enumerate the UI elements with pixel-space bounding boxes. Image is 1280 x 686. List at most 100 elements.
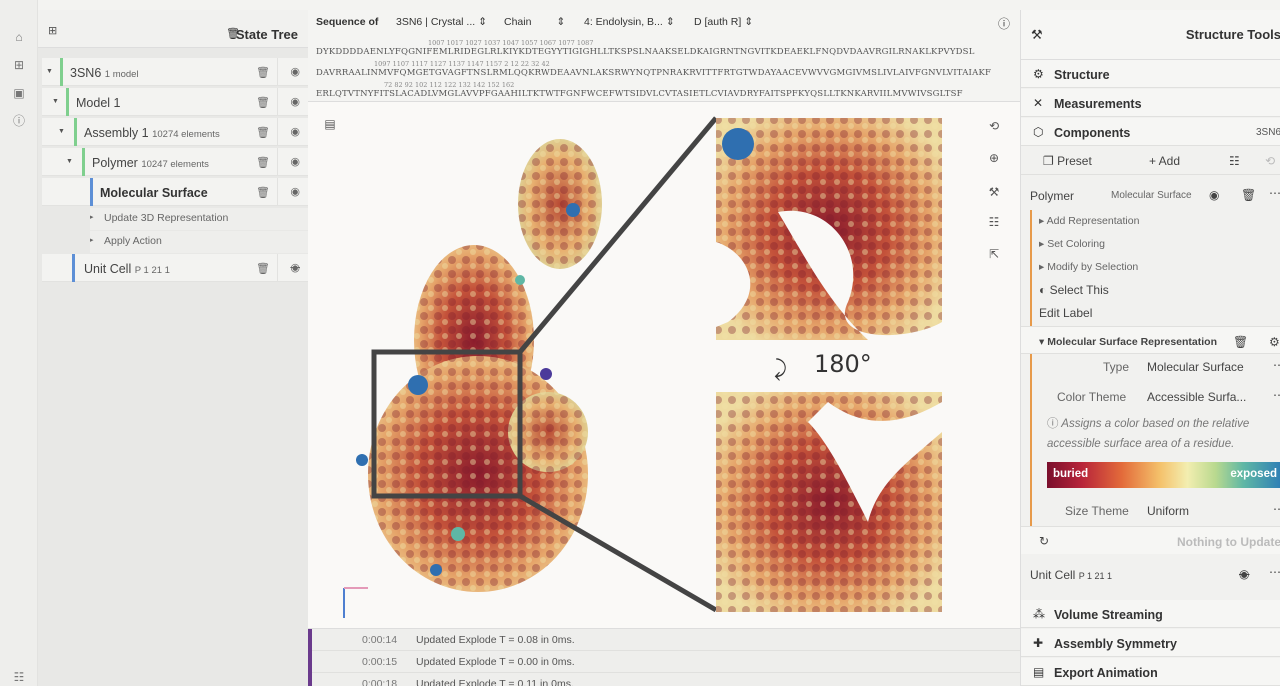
help-icon[interactable]: ⓘ <box>10 112 28 130</box>
eye-icon[interactable]: ◉ <box>290 95 300 108</box>
size-theme-label: Size Theme <box>1065 504 1129 518</box>
tree-icon[interactable]: ⊞ <box>10 56 28 74</box>
help-icon[interactable]: ⓘ <box>998 15 1010 37</box>
sequence-line[interactable]: DYKDDDDAENLYFQGNIFEMLRIDEGLRLKIYKDTEGYYT… <box>316 47 975 57</box>
preset-button[interactable]: ❐ Preset <box>1043 154 1092 168</box>
tree-node-molecular-surface[interactable]: Molecular Surface 🗑 ◉ <box>42 178 308 206</box>
section-measurements[interactable]: ✕ Measurements <box>1021 89 1280 117</box>
select-value: 4: Endolysin, B... <box>584 16 663 28</box>
trash-icon[interactable]: 🗑 <box>256 262 270 275</box>
tree-node-3sn6[interactable]: ▼ 3SN6 1 model 🗑 ◉ <box>42 58 308 86</box>
3d-viewport[interactable]: ▤ ⟲ ⊕ ⚒ ☷ ⇱ ⤸ 180° <box>308 102 1020 628</box>
trash-icon[interactable]: 🗑 <box>256 66 270 79</box>
entity-select[interactable]: 4: Endolysin, B... ⇕ <box>584 16 675 38</box>
color-theme-select[interactable]: Accessible Surfa... <box>1147 390 1246 404</box>
polymer-component-row[interactable]: Polymer Molecular Surface ◉ 🗑 ⋯ <box>1021 181 1280 209</box>
trash-icon[interactable]: 🗑 <box>1241 188 1256 202</box>
section-export-animation[interactable]: ▤ Export Animation <box>1021 658 1280 686</box>
type-label: Type <box>1103 360 1130 374</box>
eye-icon[interactable]: ◉ <box>290 65 300 78</box>
tree-node-assembly[interactable]: ▼ Assembly 1 10274 elements 🗑 ◉ <box>42 118 308 146</box>
log-time: 0:00:15 <box>362 656 398 668</box>
home-icon[interactable]: ⌂ <box>10 28 28 46</box>
component-name: Polymer <box>1030 189 1075 203</box>
mode-select[interactable]: Chain ⇕ <box>504 16 565 38</box>
log-entry: 0:00:18 Updated Explode T = 0.11 in 0ms. <box>308 673 1020 686</box>
tree-node-model[interactable]: ▼ Model 1 🗑 ◉ <box>42 88 308 116</box>
representation-header[interactable]: ▾ Molecular Surface Representation 🗑 ⚙ <box>1021 326 1280 354</box>
options-icon[interactable]: ☷ <box>1229 154 1240 168</box>
save-icon[interactable]: ▣ <box>10 84 28 102</box>
undo-icon[interactable]: ⟲ <box>1265 154 1275 168</box>
eye-icon[interactable]: ◉ <box>290 125 300 138</box>
trash-icon[interactable]: 🗑 <box>256 156 270 169</box>
node-bar <box>60 58 63 86</box>
action-label: Add Representation <box>1046 215 1140 227</box>
eye-icon[interactable]: ◉ <box>290 155 300 168</box>
more-icon[interactable]: ⋯ <box>1269 186 1280 200</box>
section-label: Components <box>1054 126 1131 140</box>
update-representation-action[interactable]: ▸ Update 3D Representation <box>90 208 308 230</box>
add-representation-action[interactable]: ▸ Add Representation <box>1039 215 1139 227</box>
more-icon[interactable]: ⋯ <box>1273 388 1280 402</box>
eye-hidden-icon[interactable]: ◉ <box>1239 567 1249 581</box>
set-coloring-action[interactable]: ▸ Set Coloring <box>1039 238 1105 250</box>
eye-icon[interactable]: ◉ <box>290 185 300 198</box>
node-bar <box>72 254 75 282</box>
node-label: Molecular Surface <box>100 186 208 200</box>
ruler-icon: ✕ <box>1033 96 1044 110</box>
trash-icon[interactable]: 🗑 <box>1233 335 1248 349</box>
action-label: Set Coloring <box>1047 238 1105 250</box>
caret-down-icon[interactable]: ▼ <box>66 158 73 165</box>
log-panel: 0:00:14 Updated Explode T = 0.08 in 0ms.… <box>308 628 1020 686</box>
rotation-label: 180° <box>814 350 872 378</box>
sequence-line[interactable]: ERLQTVTNYFITSLACADLVMGLAVVPFGAAHILTKTWTF… <box>316 89 963 99</box>
sequence-panel: Sequence of 3SN6 | Crystal ... ⇕ Chain ⇕… <box>308 10 1020 102</box>
more-icon[interactable]: ⋯ <box>1269 565 1280 579</box>
trash-icon[interactable]: 🗑 <box>256 126 270 139</box>
wrench-icon: ⚒ <box>1031 27 1043 42</box>
more-icon[interactable]: ⋯ <box>1273 502 1280 516</box>
node-label: Assembly 1 <box>84 126 149 140</box>
state-tree-panel: ⊞ 🗑 State Tree ▼ 3SN6 1 model 🗑 ◉ ▼ Mode… <box>38 10 308 686</box>
trash-icon[interactable]: 🗑 <box>256 186 270 199</box>
section-label: Export Animation <box>1054 666 1158 680</box>
size-theme-select[interactable]: Uniform <box>1147 504 1189 518</box>
more-icon[interactable]: ⋯ <box>1273 358 1280 372</box>
tree-node-unit-cell[interactable]: Unit Cell P 1 21 1 🗑 ◉ <box>42 254 308 282</box>
legend-low: buried <box>1053 468 1089 480</box>
add-button[interactable]: + Add <box>1149 154 1180 168</box>
apply-action[interactable]: ▸ Apply Action <box>90 231 308 253</box>
chain-select[interactable]: D [auth R] ⇕ <box>694 16 753 38</box>
settings-icon[interactable]: ⚙ <box>1269 335 1280 349</box>
edit-label-button[interactable]: Edit Label <box>1039 306 1092 320</box>
sequence-line[interactable]: DAVRRAALINMVFQMGETGVAGFTNSLRMLQQKRWDEAAV… <box>316 68 991 78</box>
update-button[interactable]: Nothing to Update <box>1177 535 1280 549</box>
section-components[interactable]: ⬡ Components 3SN6 <box>1021 118 1280 146</box>
refresh-icon[interactable]: ↻ <box>1039 534 1049 548</box>
trash-icon[interactable]: 🗑 <box>256 96 270 109</box>
section-assembly-symmetry[interactable]: ✚ Assembly Symmetry <box>1021 629 1280 657</box>
unit-cell-component-row[interactable]: Unit Cell P 1 21 1 ◉ ⋯ <box>1021 560 1280 588</box>
preset-label: Preset <box>1057 154 1092 168</box>
section-structure[interactable]: ⚙ Structure <box>1021 60 1280 88</box>
section-volume-streaming[interactable]: ⁂ Volume Streaming <box>1021 600 1280 628</box>
type-select[interactable]: Molecular Surface <box>1147 360 1244 374</box>
log-time: 0:00:18 <box>362 678 398 686</box>
caret-down-icon[interactable]: ▼ <box>52 98 59 105</box>
divider <box>277 58 278 86</box>
rotation-arrow-icon: ⤸ <box>774 357 787 382</box>
caret-down-icon[interactable]: ▼ <box>46 68 53 75</box>
color-legend: buried exposed <box>1047 462 1280 488</box>
select-this-button[interactable]: ◐ Select This <box>1039 283 1109 297</box>
settings-icon[interactable]: ☷ <box>10 668 28 686</box>
caret-down-icon[interactable]: ▼ <box>58 128 65 135</box>
modify-selection-action[interactable]: ▸ Modify by Selection <box>1039 261 1138 273</box>
sequence-label: Sequence of <box>316 16 379 28</box>
eye-hidden-icon[interactable]: ◉ <box>290 261 300 274</box>
node-bar <box>90 178 93 206</box>
structure-select[interactable]: 3SN6 | Crystal ... ⇕ <box>396 16 487 38</box>
eye-icon[interactable]: ◉ <box>1209 188 1219 202</box>
node-sub: 10247 elements <box>141 159 209 170</box>
tree-node-polymer[interactable]: ▼ Polymer 10247 elements 🗑 ◉ <box>42 148 308 176</box>
